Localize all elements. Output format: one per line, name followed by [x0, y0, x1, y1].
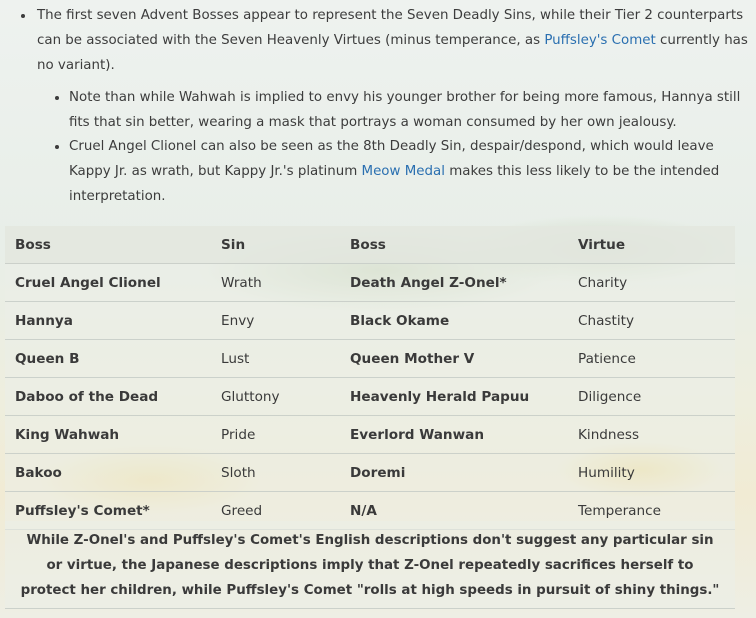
- table-cell: Kindness: [568, 415, 735, 454]
- table-cell: Humility: [568, 453, 735, 492]
- table-row: Bakoo Sloth Doremi Humility: [5, 453, 735, 492]
- table-cell: Black Okame: [340, 301, 568, 340]
- table-cell: Queen Mother V: [340, 339, 568, 378]
- table-cell: Queen B: [5, 339, 211, 378]
- table-cell: Doremi: [340, 453, 568, 492]
- table-footnote: While Z-Onel's and Puffsley's Comet's En…: [5, 521, 735, 609]
- table-row: Hannya Envy Black Okame Chastity: [5, 301, 735, 340]
- column-header: Sin: [211, 226, 340, 264]
- puffsleys-comet-link[interactable]: Puffsley's Comet: [544, 33, 655, 48]
- table-row: Cruel Angel Clionel Wrath Death Angel Z-…: [5, 263, 735, 302]
- table-cell: Diligence: [568, 377, 735, 416]
- table-cell: Pride: [211, 415, 340, 454]
- list-item: Cruel Angel Clionel can also be seen as …: [55, 134, 753, 209]
- table-cell: Sloth: [211, 453, 340, 492]
- sins-virtues-table: Boss Sin Boss Virtue Cruel Angel Clionel…: [5, 226, 735, 530]
- column-header: Virtue: [568, 226, 735, 264]
- table-cell: Wrath: [211, 263, 340, 302]
- list-item: The first seven Advent Bosses appear to …: [21, 3, 749, 78]
- table-row: Daboo of the Dead Gluttony Heavenly Hera…: [5, 377, 735, 416]
- table-cell: Everlord Wanwan: [340, 415, 568, 454]
- table-cell: Charity: [568, 263, 735, 302]
- table-cell: Envy: [211, 301, 340, 340]
- table-cell: Gluttony: [211, 377, 340, 416]
- table-cell: Chastity: [568, 301, 735, 340]
- column-header: Boss: [5, 226, 211, 264]
- note-text: Note than while Wahwah is implied to env…: [69, 90, 741, 130]
- column-header: Boss: [340, 226, 568, 264]
- table-cell: King Wahwah: [5, 415, 211, 454]
- list-item: Note than while Wahwah is implied to env…: [55, 85, 753, 135]
- table-cell: Patience: [568, 339, 735, 378]
- table-cell: Heavenly Herald Papuu: [340, 377, 568, 416]
- table-row: Queen B Lust Queen Mother V Patience: [5, 339, 735, 378]
- table-header-row: Boss Sin Boss Virtue: [5, 226, 735, 264]
- table-cell: Death Angel Z-Onel*: [340, 263, 568, 302]
- table-row: King Wahwah Pride Everlord Wanwan Kindne…: [5, 415, 735, 454]
- table-cell: Bakoo: [5, 453, 211, 492]
- table-cell: Lust: [211, 339, 340, 378]
- table-cell: Daboo of the Dead: [5, 377, 211, 416]
- table-cell: Hannya: [5, 301, 211, 340]
- table-cell: Cruel Angel Clionel: [5, 263, 211, 302]
- meow-medal-link[interactable]: Meow Medal: [362, 164, 445, 179]
